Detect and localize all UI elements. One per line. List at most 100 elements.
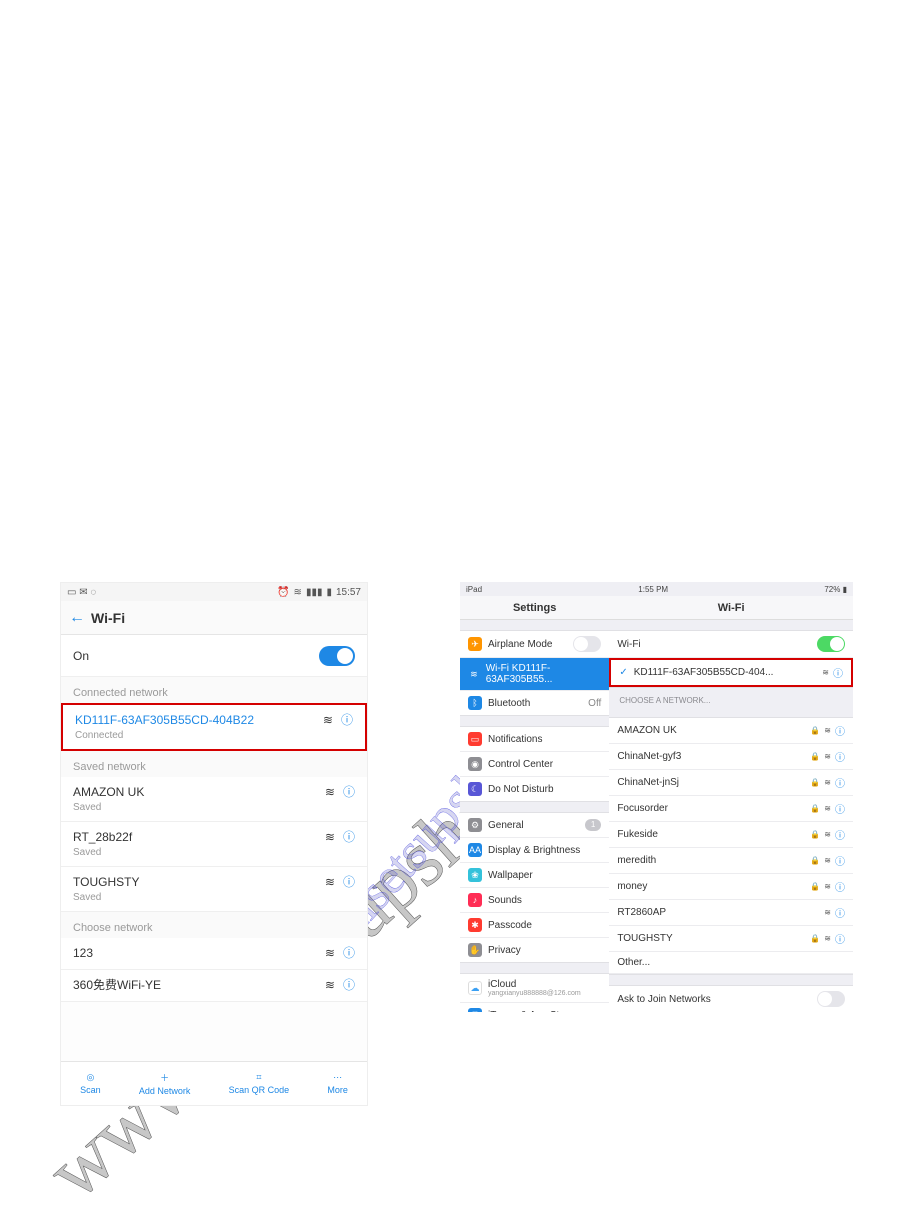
ssid: ChinaNet-jnSj bbox=[617, 777, 679, 788]
toggle-switch[interactable] bbox=[573, 636, 601, 652]
wifi-icon: ≋ bbox=[294, 587, 302, 598]
sidebar-item[interactable]: ◉ Control Center bbox=[460, 752, 609, 777]
toggle-switch-on[interactable] bbox=[817, 636, 845, 652]
info-icon[interactable]: ⓘ bbox=[835, 749, 845, 764]
sidebar-item[interactable]: ✋Privacy bbox=[460, 938, 609, 962]
ssid: meredith bbox=[617, 855, 656, 866]
item-label: Display & Brightness bbox=[488, 845, 580, 856]
network-row[interactable]: TOUGHSTY≋ⓘSaved bbox=[61, 867, 367, 912]
network-row[interactable]: AMAZON UK≋ⓘSaved bbox=[61, 777, 367, 822]
info-icon[interactable]: ⓘ bbox=[835, 931, 845, 946]
lock-icon: 🔒 bbox=[810, 752, 820, 761]
wifi-toggle-row[interactable]: Wi-Fi bbox=[609, 631, 853, 658]
status-sub: Saved bbox=[73, 802, 355, 813]
item-label: Control Center bbox=[488, 759, 553, 770]
status-sub: Saved bbox=[73, 892, 355, 903]
more-label: More bbox=[327, 1085, 348, 1095]
qr-label: Scan QR Code bbox=[229, 1085, 290, 1095]
more-icon: ⋯ bbox=[333, 1072, 342, 1083]
sidebar-item[interactable]: ▭Notifications bbox=[460, 727, 609, 752]
ssid: TOUGHSTY bbox=[73, 875, 139, 889]
ssid: Focusorder bbox=[617, 803, 668, 814]
more-button[interactable]: ⋯ More bbox=[327, 1072, 348, 1095]
wifi-signal-icon: ≋ bbox=[325, 946, 335, 960]
lock-icon: 🔒 bbox=[810, 856, 820, 865]
ssid: TOUGHSTY bbox=[617, 933, 672, 944]
wifi-on-label: On bbox=[73, 649, 89, 663]
network-row[interactable]: ChinaNet-jnSj 🔒 ≋ ⓘ bbox=[609, 770, 853, 796]
info-icon[interactable]: ⓘ bbox=[835, 853, 845, 868]
network-row[interactable]: ChinaNet-gyf3🔒≋ⓘ bbox=[609, 744, 853, 770]
wifi-signal-icon: ≋ bbox=[822, 668, 829, 677]
sidebar-item[interactable]: ≋Wi-Fi KD111F-63AF305B55... bbox=[460, 658, 609, 691]
detail-title: Wi-Fi bbox=[609, 596, 853, 620]
lock-icon: 🔒 bbox=[810, 778, 820, 787]
toggle-switch-off[interactable] bbox=[817, 991, 845, 1007]
network-row[interactable]: 123 ≋ ⓘ bbox=[61, 938, 367, 970]
ssid: 123 bbox=[73, 946, 93, 960]
info-icon[interactable]: ⓘ bbox=[835, 827, 845, 842]
add-label: Add Network bbox=[139, 1086, 191, 1096]
info-icon[interactable]: ⓘ bbox=[343, 976, 355, 993]
qr-icon: ⌗ bbox=[256, 1072, 261, 1083]
network-row[interactable]: 360免费WiFi-YE≋ⓘ bbox=[61, 970, 367, 1002]
sidebar-item[interactable]: ♪Sounds bbox=[460, 888, 609, 913]
setting-icon: ᛒ bbox=[468, 696, 482, 710]
ssid: money bbox=[617, 881, 647, 892]
info-icon[interactable]: ⓘ bbox=[343, 783, 355, 800]
sidebar-item[interactable]: ⒶiTunes & App Store bbox=[460, 1003, 609, 1012]
info-icon[interactable]: ⓘ bbox=[835, 723, 845, 738]
setting-icon: ☾ bbox=[468, 782, 482, 796]
connected-network-row[interactable]: ✓ KD111F-63AF305B55CD-404... ≋ ⓘ bbox=[609, 658, 853, 687]
info-icon[interactable]: ⓘ bbox=[835, 775, 845, 790]
item-label: iCloud bbox=[488, 979, 581, 990]
sidebar-item[interactable]: ❀Wallpaper bbox=[460, 863, 609, 888]
toggle-switch[interactable] bbox=[319, 646, 355, 666]
network-row[interactable]: Fukeside🔒≋ⓘ bbox=[609, 822, 853, 848]
network-row[interactable]: AMAZON UK🔒≋ⓘ bbox=[609, 718, 853, 744]
add-network-button[interactable]: ＋ Add Network bbox=[139, 1071, 191, 1096]
network-row[interactable]: meredith🔒≋ⓘ bbox=[609, 848, 853, 874]
info-icon[interactable]: ⓘ bbox=[835, 879, 845, 894]
connected-ssid: KD111F-63AF305B55CD-404B22 bbox=[75, 713, 254, 727]
info-icon[interactable]: ⓘ bbox=[835, 801, 845, 816]
ssid: Fukeside bbox=[617, 829, 658, 840]
network-row[interactable]: TOUGHSTY🔒≋ⓘ bbox=[609, 926, 853, 952]
setting-icon: ◉ bbox=[468, 757, 482, 771]
connected-network-row[interactable]: KD111F-63AF305B55CD-404B22 ≋ ⓘ Connected bbox=[61, 703, 367, 751]
scan-qr-button[interactable]: ⌗ Scan QR Code bbox=[229, 1072, 290, 1095]
scan-button[interactable]: ◎ Scan bbox=[80, 1072, 101, 1095]
info-icon[interactable]: ⓘ bbox=[343, 944, 355, 961]
info-icon[interactable]: ⓘ bbox=[343, 828, 355, 845]
sidebar-item[interactable]: ᛒBluetoothOff bbox=[460, 691, 609, 715]
bottom-bar: ◎ Scan ＋ Add Network ⌗ Scan QR Code ⋯ Mo… bbox=[61, 1061, 367, 1105]
wifi-signal-icon: ≋ bbox=[824, 934, 831, 943]
item-label: Wi-Fi KD111F-63AF305B55... bbox=[486, 663, 596, 685]
sidebar-item[interactable]: ✈Airplane Mode bbox=[460, 631, 609, 658]
network-row[interactable]: RT_28b22f≋ⓘSaved bbox=[61, 822, 367, 867]
wifi-signal-icon: ≋ bbox=[824, 778, 831, 787]
ask-to-join-row[interactable]: Ask to Join Networks bbox=[609, 986, 853, 1012]
sidebar-item[interactable]: ⚙General1 bbox=[460, 813, 609, 838]
section-label-choose: Choose network bbox=[61, 912, 367, 938]
network-row[interactable]: money🔒≋ⓘ bbox=[609, 874, 853, 900]
sidebar-item[interactable]: ✱Passcode bbox=[460, 913, 609, 938]
sidebar-item[interactable]: AADisplay & Brightness bbox=[460, 838, 609, 863]
info-icon[interactable]: ⓘ bbox=[833, 665, 843, 680]
sidebar-item[interactable]: ☾Do Not Disturb bbox=[460, 777, 609, 801]
item-label: iTunes & App Store bbox=[488, 1010, 574, 1013]
network-row[interactable]: Focusorder🔒≋ⓘ bbox=[609, 796, 853, 822]
network-row[interactable]: RT2860AP≋ⓘ bbox=[609, 900, 853, 926]
info-icon[interactable]: ⓘ bbox=[341, 711, 353, 728]
info-icon[interactable]: ⓘ bbox=[835, 905, 845, 920]
network-row[interactable]: Other... bbox=[609, 952, 853, 974]
battery-icon: ▮ bbox=[326, 587, 332, 598]
status-time: 15:57 bbox=[336, 587, 361, 598]
info-icon[interactable]: ⓘ bbox=[343, 873, 355, 890]
setting-icon: Ⓐ bbox=[468, 1008, 482, 1012]
wifi-toggle-row[interactable]: On bbox=[61, 635, 367, 677]
sidebar-item[interactable]: ☁iCloudyangxianyu888888@126.com bbox=[460, 974, 609, 1003]
ssid: ChinaNet-gyf3 bbox=[617, 751, 681, 762]
back-icon[interactable]: ← bbox=[69, 609, 85, 627]
choose-network-label: CHOOSE A NETWORK... bbox=[609, 688, 853, 707]
